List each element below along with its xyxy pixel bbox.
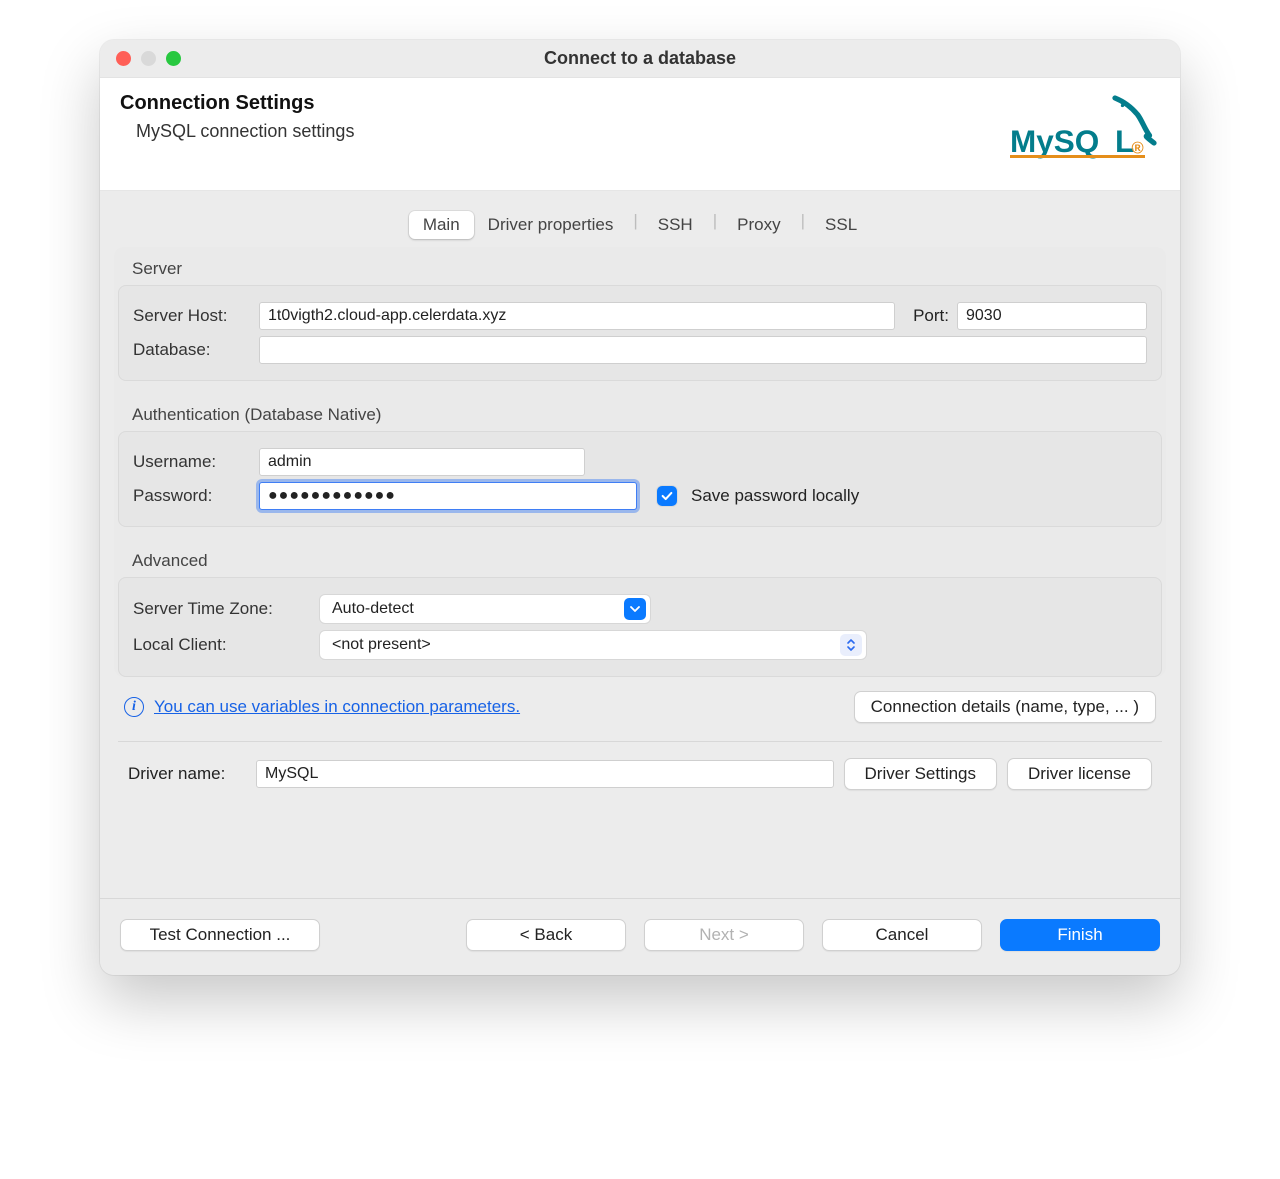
tab-proxy[interactable]: Proxy (723, 211, 794, 239)
local-client-select[interactable]: <not present> (319, 630, 867, 660)
tab-separator: | (795, 211, 811, 239)
dialog-window: Connect to a database Connection Setting… (100, 40, 1180, 975)
tab-separator: | (627, 211, 643, 239)
svg-text:MySQ: MySQ (1010, 123, 1099, 159)
save-password-checkbox[interactable] (657, 486, 677, 506)
cancel-button[interactable]: Cancel (822, 919, 982, 951)
zoom-icon[interactable] (166, 51, 181, 66)
titlebar: Connect to a database (100, 40, 1180, 78)
server-panel: Server Server Host: Port: Database: Auth… (114, 247, 1166, 677)
host-label: Server Host: (133, 306, 251, 326)
connection-details-button[interactable]: Connection details (name, type, ... ) (854, 691, 1156, 723)
checkmark-icon (660, 489, 674, 503)
database-input[interactable] (259, 336, 1147, 364)
body: Main Driver properties | SSH | Proxy | S… (100, 191, 1180, 898)
footer: Test Connection ... < Back Next > Cancel… (100, 898, 1180, 975)
password-input[interactable] (259, 482, 637, 510)
page-title: Connection Settings (120, 92, 354, 115)
timezone-label: Server Time Zone: (133, 599, 311, 619)
svg-text:®: ® (1132, 140, 1144, 158)
next-button[interactable]: Next > (644, 919, 804, 951)
password-label: Password: (133, 486, 251, 506)
advanced-section-label: Advanced (114, 539, 1166, 577)
port-label: Port: (913, 306, 949, 326)
test-connection-button[interactable]: Test Connection ... (120, 919, 320, 951)
timezone-select[interactable]: Auto-detect (319, 594, 651, 624)
host-input[interactable] (259, 302, 895, 330)
server-section-label: Server (114, 247, 1166, 285)
driver-name-input[interactable] (256, 760, 834, 788)
updown-icon (840, 634, 862, 656)
header: Connection Settings MySQL connection set… (100, 78, 1180, 191)
driver-name-label: Driver name: (128, 764, 246, 784)
auth-section-label: Authentication (Database Native) (114, 393, 1166, 431)
close-icon[interactable] (116, 51, 131, 66)
driver-settings-button[interactable]: Driver Settings (844, 758, 997, 790)
back-button[interactable]: < Back (466, 919, 626, 951)
tab-ssl[interactable]: SSL (811, 211, 871, 239)
tab-main[interactable]: Main (409, 211, 474, 239)
local-client-value: <not present> (332, 636, 431, 654)
tabbar: Main Driver properties | SSH | Proxy | S… (114, 205, 1166, 247)
minimize-icon[interactable] (141, 51, 156, 66)
database-label: Database: (133, 340, 251, 360)
window-title: Connect to a database (100, 48, 1180, 69)
username-input[interactable] (259, 448, 585, 476)
page-subtitle: MySQL connection settings (136, 121, 354, 142)
tab-ssh[interactable]: SSH (644, 211, 707, 239)
username-label: Username: (133, 452, 251, 472)
variables-hint-link[interactable]: You can use variables in connection para… (154, 697, 520, 717)
mysql-logo: MySQ L ® (1010, 92, 1160, 172)
window-controls (116, 51, 181, 66)
timezone-value: Auto-detect (332, 600, 414, 618)
tab-driver[interactable]: Driver properties (474, 211, 628, 239)
chevron-down-icon (624, 598, 646, 620)
driver-license-button[interactable]: Driver license (1007, 758, 1152, 790)
info-icon: i (124, 697, 144, 717)
port-input[interactable] (957, 302, 1147, 330)
tab-separator: | (707, 211, 723, 239)
finish-button[interactable]: Finish (1000, 919, 1160, 951)
local-client-label: Local Client: (133, 635, 311, 655)
save-password-label: Save password locally (691, 486, 859, 506)
